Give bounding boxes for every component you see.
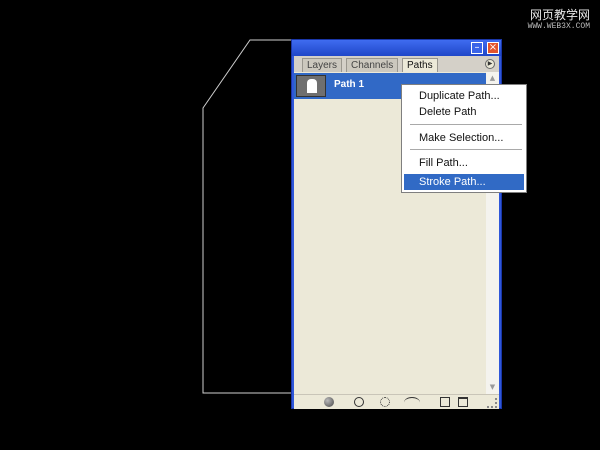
panel-title-bar[interactable]: – × — [292, 40, 501, 56]
scroll-down-arrow-icon[interactable]: ▼ — [487, 382, 498, 393]
minimize-icon[interactable]: – — [471, 42, 483, 54]
fill-path-with-foreground-icon[interactable] — [324, 397, 334, 407]
menu-item-stroke-path[interactable]: Stroke Path... — [404, 174, 524, 190]
path-thumbnail-shape — [307, 79, 317, 93]
panel-bottom-toolbar — [294, 394, 499, 409]
delete-path-icon[interactable] — [458, 397, 468, 407]
tab-layers[interactable]: Layers — [302, 58, 343, 72]
stroke-path-with-brush-icon[interactable] — [354, 397, 364, 407]
resize-grip-icon[interactable] — [487, 398, 497, 408]
path-name: Path 1 — [334, 79, 365, 90]
tab-paths[interactable]: Paths — [402, 58, 438, 72]
context-menu: Duplicate Path... Delete Path Make Selec… — [401, 84, 527, 193]
tab-bar: Layers Channels Paths ▶ — [294, 56, 499, 72]
new-path-icon[interactable] — [440, 397, 450, 407]
menu-item-make-selection[interactable]: Make Selection... — [404, 130, 524, 146]
menu-item-delete-path[interactable]: Delete Path — [404, 104, 524, 120]
panel-menu-arrow-icon[interactable]: ▶ — [485, 59, 495, 69]
load-path-as-selection-icon[interactable] — [380, 397, 390, 407]
make-work-path-icon[interactable] — [404, 397, 420, 408]
menu-item-fill-path[interactable]: Fill Path... — [404, 155, 524, 171]
menu-separator — [410, 149, 522, 150]
close-icon[interactable]: × — [487, 42, 499, 54]
menu-item-duplicate-path[interactable]: Duplicate Path... — [404, 88, 524, 104]
path-thumbnail — [296, 75, 326, 97]
tab-channels[interactable]: Channels — [346, 58, 399, 72]
menu-separator — [410, 124, 522, 125]
scroll-up-arrow-icon[interactable]: ▲ — [487, 73, 498, 84]
